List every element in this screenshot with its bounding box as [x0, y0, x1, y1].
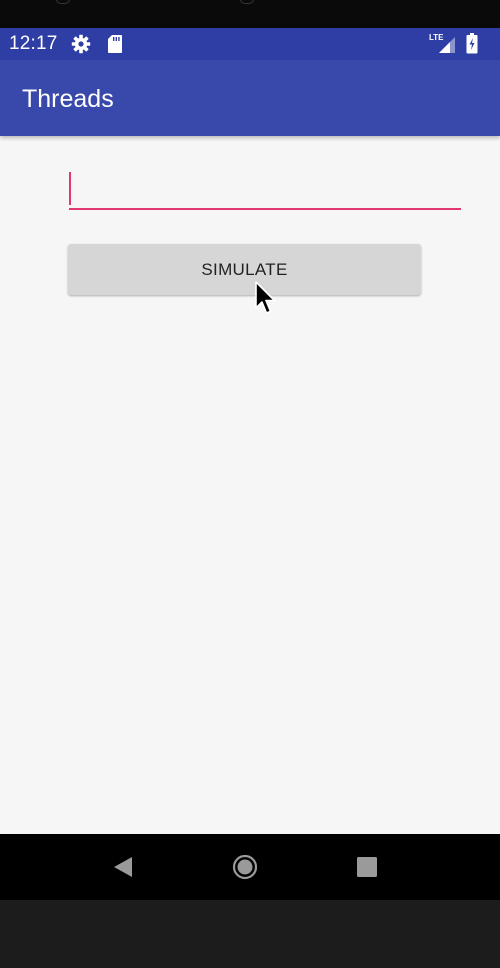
- sd-card-icon: [107, 34, 123, 54]
- gear-icon: [71, 34, 91, 54]
- main-content: SIMULATE: [0, 136, 500, 834]
- mouse-cursor-icon: [254, 281, 278, 317]
- status-time: 12:17: [9, 33, 58, 54]
- app-bar: Threads: [0, 60, 500, 136]
- camera-icon: [240, 0, 254, 4]
- text-caret: [69, 172, 71, 205]
- signal-icon: [436, 36, 456, 54]
- status-bar: 12:17 LTE: [0, 28, 500, 60]
- recents-icon[interactable]: [356, 856, 378, 878]
- battery-charging-icon: [466, 33, 478, 54]
- device-bezel-bottom: [0, 900, 500, 968]
- bezel-sensor-icon: [56, 0, 70, 4]
- simulate-button[interactable]: SIMULATE: [68, 244, 421, 295]
- device-bezel-top: [0, 0, 500, 28]
- back-icon[interactable]: [112, 855, 134, 879]
- home-icon[interactable]: [232, 854, 258, 880]
- text-input[interactable]: [69, 170, 461, 210]
- app-title: Threads: [22, 85, 114, 113]
- navigation-bar: [0, 834, 500, 900]
